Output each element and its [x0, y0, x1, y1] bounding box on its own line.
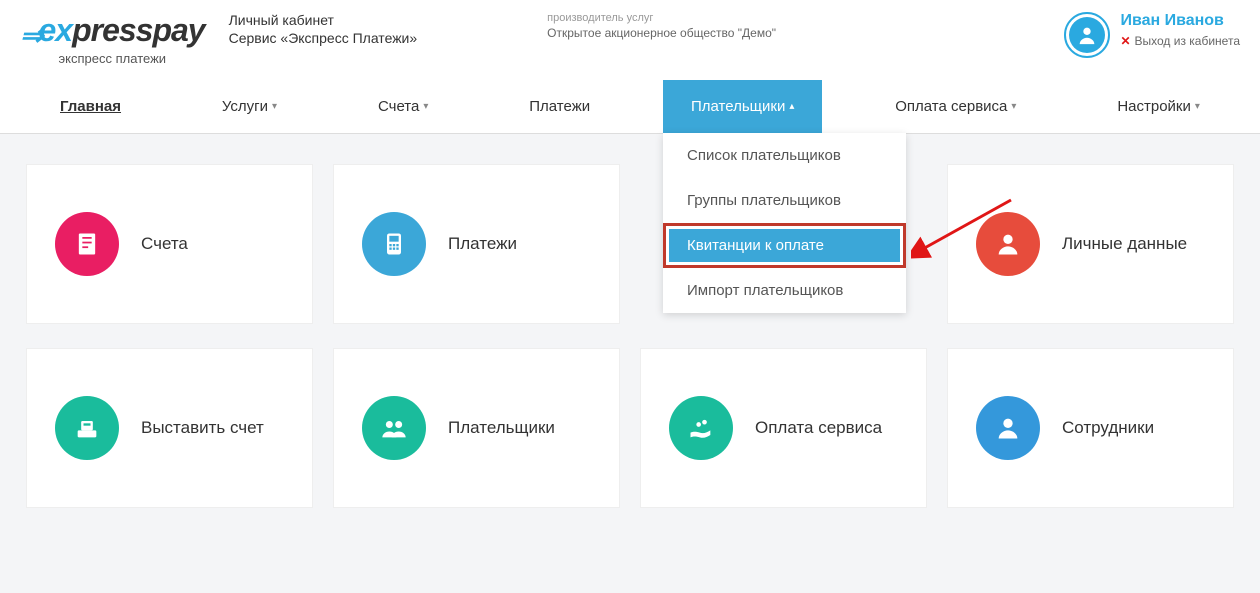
- nav-invoices[interactable]: Счета▾: [378, 80, 428, 133]
- dropdown-payers-list[interactable]: Список плательщиков: [663, 133, 906, 178]
- dropdown-payers-groups[interactable]: Группы плательщиков: [663, 178, 906, 223]
- nav-service-payment[interactable]: Оплата сервиса▾: [895, 80, 1016, 133]
- dashboard-cards: Счета Платежи Личные данные Выставить сч…: [0, 134, 1260, 538]
- header: ⇒expresspay экспресс платежи Личный каби…: [0, 0, 1260, 80]
- nav-home[interactable]: Главная: [60, 80, 121, 133]
- card-payers[interactable]: Плательщики: [333, 348, 620, 508]
- card-issue-invoice[interactable]: Выставить счет: [26, 348, 313, 508]
- people-icon: [362, 396, 426, 460]
- chevron-down-icon: ▾: [423, 101, 428, 112]
- header-user: Иван Иванов ✕Выход из кабинета: [1064, 12, 1240, 58]
- avatar-icon: [1069, 17, 1105, 53]
- cash-register-icon: [55, 396, 119, 460]
- user-icon: [976, 212, 1040, 276]
- dropdown-receipts[interactable]: Квитанции к оплате: [663, 223, 906, 268]
- user-icon: [976, 396, 1040, 460]
- user-name[interactable]: Иван Иванов: [1120, 12, 1240, 30]
- service-title: Сервис «Экспресс Платежи»: [229, 30, 418, 46]
- hand-coins-icon: [669, 396, 733, 460]
- nav-payers[interactable]: Плательщики▴: [663, 80, 822, 133]
- cabinet-title: Личный кабинет: [229, 12, 418, 28]
- header-info: Личный кабинет Сервис «Экспресс Платежи»: [229, 12, 418, 46]
- receipt-icon: [55, 212, 119, 276]
- nav-settings[interactable]: Настройки▾: [1117, 80, 1200, 133]
- logo-subtitle: экспресс платежи: [59, 51, 167, 66]
- chevron-up-icon: ▴: [789, 101, 794, 112]
- chevron-down-icon: ▾: [272, 101, 277, 112]
- card-service-payment[interactable]: Оплата сервиса: [640, 348, 927, 508]
- avatar[interactable]: [1064, 12, 1110, 58]
- nav-services[interactable]: Услуги▾: [222, 80, 277, 133]
- payers-dropdown: Список плательщиков Группы плательщиков …: [663, 133, 906, 313]
- org-role-label: производитель услуг: [547, 12, 776, 24]
- close-icon: ✕: [1120, 34, 1130, 48]
- arrow-icon: ⇒: [20, 22, 42, 50]
- card-personal-data[interactable]: Личные данные: [947, 164, 1234, 324]
- card-payments[interactable]: Платежи: [333, 164, 620, 324]
- card-invoices[interactable]: Счета: [26, 164, 313, 324]
- dropdown-import-payers[interactable]: Импорт плательщиков: [663, 268, 906, 313]
- logo[interactable]: ⇒expresspay экспресс платежи: [20, 12, 205, 66]
- org-name: Открытое акционерное общество "Демо": [547, 26, 776, 40]
- nav-payments[interactable]: Платежи: [529, 80, 590, 133]
- terminal-icon: [362, 212, 426, 276]
- chevron-down-icon: ▾: [1195, 101, 1200, 112]
- logout-link[interactable]: ✕Выход из кабинета: [1120, 34, 1240, 48]
- chevron-down-icon: ▾: [1011, 101, 1016, 112]
- navbar: Главная Услуги▾ Счета▾ Платежи Плательщи…: [0, 80, 1260, 134]
- card-staff[interactable]: Сотрудники: [947, 348, 1234, 508]
- header-org: производитель услуг Открытое акционерное…: [547, 12, 776, 40]
